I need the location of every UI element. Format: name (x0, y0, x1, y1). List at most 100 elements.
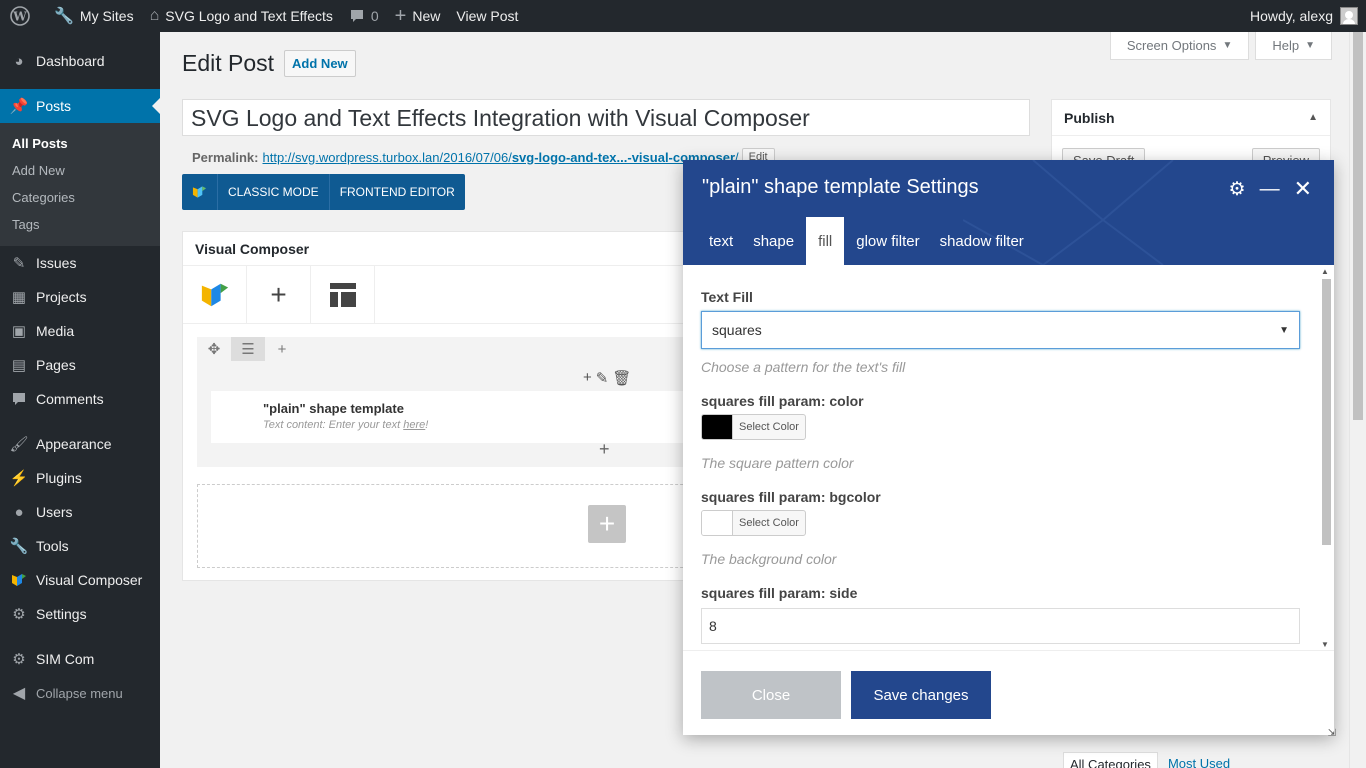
add-element-button[interactable]: + (588, 505, 626, 543)
classic-mode-button[interactable]: CLASSIC MODE (218, 174, 330, 210)
menu-label: Pages (36, 357, 76, 373)
tab-most-used[interactable]: Most Used (1158, 752, 1240, 768)
collapse-menu-button[interactable]: ◀ Collapse menu (0, 676, 160, 710)
menu-item-visual-composer[interactable]: Visual Composer (0, 563, 160, 597)
select-bgcolor-button[interactable]: Select Color (733, 511, 805, 535)
submenu-categories[interactable]: Categories (0, 184, 160, 211)
vc-empty-row: + (197, 484, 703, 568)
settings-icon: ⚙ (12, 606, 26, 623)
color-picker[interactable]: Select Color (701, 414, 806, 440)
screen-meta-links: Screen Options ▼ Help ▼ (1104, 32, 1332, 60)
tab-text[interactable]: text (701, 217, 741, 265)
text-fill-select[interactable]: squares ▼ (701, 311, 1300, 349)
close-button[interactable]: Close (701, 671, 841, 719)
menu-label: Plugins (36, 470, 82, 486)
minimize-icon[interactable]: — (1260, 179, 1280, 199)
comments-menu[interactable]: 0 (341, 0, 387, 32)
modal-title: "plain" shape template Settings (702, 176, 979, 198)
view-post-label: View Post (456, 8, 519, 24)
modal-scroll-thumb[interactable] (1322, 279, 1331, 545)
issues-icon: ✎ (12, 255, 26, 272)
scroll-down-icon[interactable]: ▼ (1321, 640, 1329, 649)
menu-label: Settings (36, 606, 87, 622)
column-add-button[interactable]: + (599, 439, 610, 460)
wrench-icon: 🔧 (9, 538, 29, 555)
pencil-icon[interactable]: ✎ (596, 369, 609, 387)
color-swatch (702, 415, 733, 439)
modal-scrollbar[interactable]: ▲ ▼ (1321, 267, 1331, 649)
side-input[interactable]: 8 (701, 608, 1300, 644)
vc-column: + ✎ 🗑 "plain" shape template Text conten… (211, 367, 703, 443)
paintbrush-icon: 🖌 (9, 436, 29, 453)
menu-item-media[interactable]: ▣ Media (0, 314, 160, 348)
media-icon: ▣ (11, 323, 27, 340)
wordpress-logo-button[interactable]: W (0, 0, 46, 32)
save-changes-button[interactable]: Save changes (851, 671, 991, 719)
vc-navbar: + (183, 266, 701, 324)
svg-text:W: W (12, 10, 27, 24)
collapse-arrow-icon[interactable]: ▲ (1308, 112, 1318, 123)
admin-menu: ◕ Dashboard 📌 Posts All Posts Add New Ca… (0, 32, 160, 768)
add-new-button[interactable]: Add New (284, 50, 356, 77)
tab-fill[interactable]: fill (806, 217, 845, 265)
vc-logo-button[interactable] (183, 266, 247, 323)
tab-shadow-filter[interactable]: shadow filter (932, 217, 1032, 265)
vc-add-element-button[interactable]: + (247, 266, 311, 323)
select-color-button[interactable]: Select Color (733, 415, 805, 439)
menu-label: Media (36, 323, 75, 339)
scroll-up-icon[interactable]: ▲ (1321, 267, 1329, 276)
menu-item-posts[interactable]: 📌 Posts (0, 89, 160, 123)
menu-item-dashboard[interactable]: ◕ Dashboard (0, 44, 160, 78)
vc-element[interactable]: "plain" shape template Text content: Ent… (211, 391, 703, 443)
submenu-all-posts[interactable]: All Posts (0, 130, 160, 157)
move-icon[interactable]: ✥ (197, 337, 231, 361)
help-button[interactable]: Help ▼ (1255, 32, 1332, 60)
menu-item-sim-com[interactable]: ⚙ SIM Com (0, 642, 160, 676)
caret-down-icon: ▼ (1222, 40, 1233, 51)
tab-shape[interactable]: shape (745, 217, 802, 265)
site-name-menu[interactable]: ⌂ SVG Logo and Text Effects (142, 0, 341, 32)
column-layout-icon[interactable]: ☰ (231, 337, 265, 361)
menu-item-users[interactable]: ● Users (0, 495, 160, 529)
tab-glow-filter[interactable]: glow filter (848, 217, 927, 265)
element-subtitle-suffix: ! (425, 419, 429, 431)
new-content-menu[interactable]: + New (387, 0, 449, 32)
menu-item-issues[interactable]: ✎ Issues (0, 246, 160, 280)
menu-item-comments[interactable]: Comments (0, 382, 160, 416)
vc-row: ✥ ☰ + + ✎ 🗑 "plain" shape template Text … (197, 337, 703, 467)
element-subtitle-link[interactable]: here (403, 419, 425, 431)
tab-all-categories[interactable]: All Categories (1063, 752, 1158, 768)
menu-item-settings[interactable]: ⚙ Settings (0, 597, 160, 631)
submenu-tags[interactable]: Tags (0, 211, 160, 238)
menu-label: Comments (36, 391, 104, 407)
menu-item-projects[interactable]: ▦ Projects (0, 280, 160, 314)
menu-item-pages[interactable]: ▤ Pages (0, 348, 160, 382)
publish-title: Publish (1064, 109, 1115, 126)
gear-icon[interactable]: ⚙ (1229, 178, 1246, 201)
frontend-editor-button[interactable]: FRONTEND EDITOR (330, 174, 465, 210)
add-column-icon[interactable]: + (265, 337, 299, 361)
templates-icon (329, 282, 356, 307)
color-help: The square pattern color (701, 455, 854, 471)
add-icon[interactable]: + (583, 369, 592, 387)
menu-item-plugins[interactable]: ⚡ Plugins (0, 461, 160, 495)
home-icon: ⌂ (149, 7, 160, 24)
vc-templates-button[interactable] (311, 266, 375, 323)
window-scroll-thumb[interactable] (1353, 32, 1363, 420)
menu-item-tools[interactable]: 🔧 Tools (0, 529, 160, 563)
submenu-add-new[interactable]: Add New (0, 157, 160, 184)
close-icon[interactable]: ✕ (1294, 176, 1312, 202)
my-sites-menu[interactable]: 🔧 My Sites (46, 0, 142, 32)
trash-icon[interactable]: 🗑 (612, 369, 631, 387)
menu-item-appearance[interactable]: 🖌 Appearance (0, 427, 160, 461)
view-post-link[interactable]: View Post (448, 0, 526, 32)
bgcolor-picker[interactable]: Select Color (701, 510, 806, 536)
screen-options-button[interactable]: Screen Options ▼ (1109, 32, 1250, 60)
permalink-link[interactable]: http://svg.wordpress.turbox.lan/2016/07/… (262, 150, 738, 165)
resize-handle-icon[interactable]: ⇲ (1328, 728, 1336, 739)
my-account-menu[interactable]: Howdy, alexg (1250, 7, 1366, 25)
window-scrollbar[interactable] (1349, 32, 1366, 768)
comment-icon (10, 391, 28, 407)
visual-composer-box: Visual Composer + ✥ ☰ + + ✎ 🗑 "plain" sh… (182, 231, 703, 581)
post-title-input[interactable]: SVG Logo and Text Effects Integration wi… (182, 99, 1030, 136)
